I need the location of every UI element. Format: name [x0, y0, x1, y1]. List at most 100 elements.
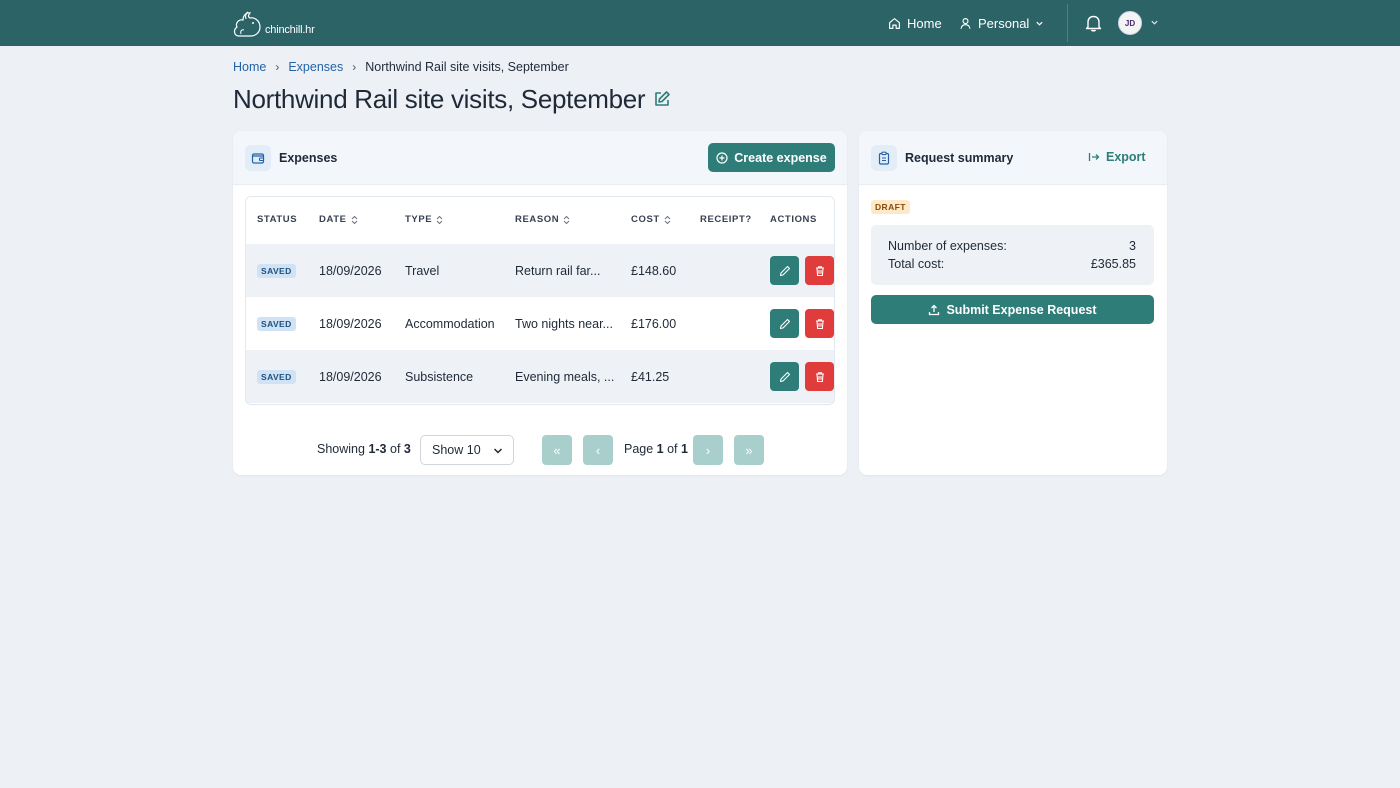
edit-expense-button[interactable]: [770, 309, 799, 338]
plus-circle-icon: [716, 151, 728, 164]
cell-cost: £41.25: [631, 369, 670, 384]
first-page-button[interactable]: «: [542, 435, 572, 465]
nav-divider: [1067, 4, 1068, 42]
page-size-select[interactable]: Show 10: [420, 435, 514, 465]
app-logo[interactable]: chinchill.hr: [233, 10, 315, 38]
trash-icon: [815, 318, 824, 329]
number-of-expenses-value: 3: [1129, 239, 1136, 253]
nav-personal-label: Personal: [978, 15, 1030, 31]
sort-icon: [351, 215, 357, 224]
nav-home-label: Home: [907, 15, 942, 31]
avatar-chevron-down-icon[interactable]: [1150, 18, 1159, 27]
user-avatar[interactable]: JD: [1118, 11, 1142, 35]
clipboard-icon: [871, 144, 897, 171]
table-row: SAVED 18/09/2026 Travel Return rail far.…: [246, 244, 834, 297]
cell-date: 18/09/2026: [319, 263, 382, 278]
cell-date: 18/09/2026: [319, 316, 382, 331]
trash-icon: [815, 265, 824, 276]
trash-icon: [815, 371, 824, 382]
pencil-icon: [779, 265, 790, 276]
expenses-table: STATUS DATE TYPE REASON COST RECEIPT? AC…: [245, 196, 835, 405]
breadcrumb-separator: ›: [275, 60, 280, 74]
breadcrumb-current: Northwind Rail site visits, September: [365, 60, 569, 74]
delete-expense-button[interactable]: [805, 256, 834, 285]
number-of-expenses-label: Number of expenses:: [888, 239, 1007, 253]
submit-expense-request-button[interactable]: Submit Expense Request: [871, 295, 1154, 324]
breadcrumb-expenses-link[interactable]: Expenses: [288, 60, 343, 74]
page-size-value: Show 10: [432, 443, 481, 457]
chinchilla-logo-icon: [233, 11, 261, 37]
expenses-card: Expenses Create expense STATUS DATE TYPE…: [233, 131, 847, 475]
cell-reason: Return rail far...: [515, 263, 601, 278]
cell-reason: Evening meals, ...: [515, 369, 615, 384]
table-header: STATUS DATE TYPE REASON COST RECEIPT? AC…: [246, 197, 834, 243]
user-icon: [960, 17, 971, 29]
summary-row-count: Number of expenses: 3: [888, 239, 1136, 253]
column-header-date[interactable]: DATE: [319, 214, 358, 225]
status-badge: SAVED: [257, 316, 296, 331]
delete-expense-button[interactable]: [805, 309, 834, 338]
cell-cost: £148.60: [631, 263, 677, 278]
cell-type: Subsistence: [405, 369, 474, 384]
page-title-row: Northwind Rail site visits, September: [233, 84, 671, 115]
cell-actions: [770, 244, 834, 297]
status-badge: SAVED: [257, 263, 296, 278]
column-header-cost[interactable]: COST: [631, 214, 671, 225]
export-label: Export: [1106, 150, 1146, 164]
nav-home-link[interactable]: Home: [888, 0, 942, 46]
breadcrumb-home-link[interactable]: Home: [233, 60, 266, 74]
summary-row-total: Total cost: £365.85: [888, 257, 1136, 271]
page-title: Northwind Rail site visits, September: [233, 84, 646, 114]
column-header-receipt: RECEIPT?: [700, 214, 752, 225]
column-header-type[interactable]: TYPE: [405, 214, 443, 225]
showing-count: Showing 1-3 of 3: [317, 442, 411, 456]
delete-expense-button[interactable]: [805, 362, 834, 391]
export-button[interactable]: Export: [1088, 150, 1146, 164]
edit-title-button[interactable]: [653, 84, 671, 115]
expenses-card-title: Expenses: [279, 150, 338, 165]
nav-personal-menu[interactable]: Personal: [959, 0, 1044, 46]
pencil-icon: [779, 318, 790, 329]
submit-label: Submit Expense Request: [946, 302, 1097, 317]
notifications-button[interactable]: [1085, 14, 1102, 37]
column-header-reason[interactable]: REASON: [515, 214, 570, 225]
request-summary-card: Request summary Export DRAFT Number of e…: [859, 131, 1167, 475]
create-expense-button[interactable]: Create expense: [708, 143, 835, 172]
bell-icon: [1085, 15, 1102, 32]
page-indicator: Page 1 of 1: [624, 442, 688, 456]
export-icon: [1088, 153, 1100, 161]
breadcrumb: Home › Expenses › Northwind Rail site vi…: [233, 60, 569, 74]
sort-icon: [563, 215, 570, 224]
pencil-icon: [779, 371, 790, 382]
wallet-icon: [245, 144, 271, 171]
column-header-status: STATUS: [257, 214, 298, 225]
breadcrumb-separator: ›: [352, 60, 357, 74]
home-icon: [889, 17, 900, 29]
top-navbar: chinchill.hr Home Personal JD: [0, 0, 1400, 46]
next-page-button[interactable]: ›: [693, 435, 723, 465]
status-badge: SAVED: [257, 369, 296, 384]
cell-reason: Two nights near...: [515, 316, 613, 331]
cell-cost: £176.00: [631, 316, 677, 331]
total-cost-value: £365.85: [1090, 257, 1136, 271]
table-row: SAVED 18/09/2026 Subsistence Evening mea…: [246, 350, 834, 403]
column-header-actions: ACTIONS: [770, 214, 817, 225]
last-page-button[interactable]: »: [734, 435, 764, 465]
avatar-initials: JD: [1124, 18, 1136, 28]
create-expense-label: Create expense: [734, 150, 827, 165]
summary-card-title: Request summary: [905, 150, 1014, 165]
chevron-down-icon: [1036, 21, 1043, 26]
sort-icon: [436, 215, 443, 224]
pagination: Showing 1-3 of 3 Show 10 « ‹ Page 1 of 1…: [233, 433, 847, 465]
cell-date: 18/09/2026: [319, 369, 382, 384]
edit-expense-button[interactable]: [770, 256, 799, 285]
summary-details: Number of expenses: 3 Total cost: £365.8…: [871, 225, 1154, 285]
table-row: SAVED 18/09/2026 Accommodation Two night…: [246, 297, 834, 350]
cell-type: Accommodation: [405, 316, 495, 331]
cell-type: Travel: [405, 263, 440, 278]
edit-pencil-icon: [655, 91, 671, 106]
prev-page-button[interactable]: ‹: [583, 435, 613, 465]
chevron-down-icon: [493, 448, 503, 454]
edit-expense-button[interactable]: [770, 362, 799, 391]
cell-actions: [770, 350, 834, 403]
